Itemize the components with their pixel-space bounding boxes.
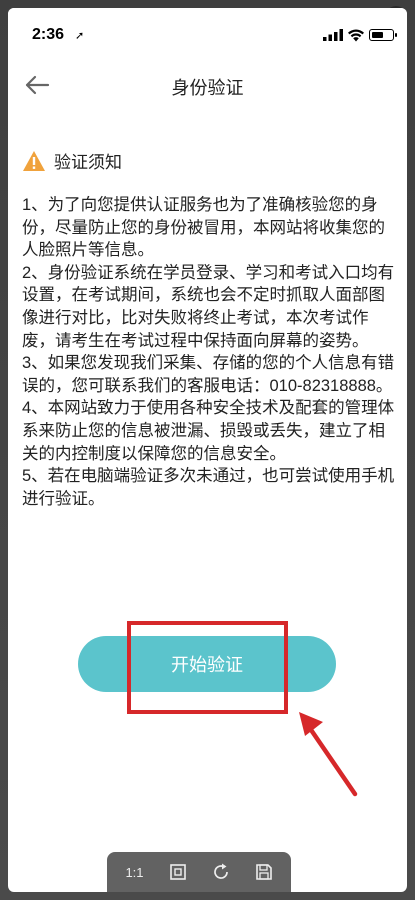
nav-header: 身份验证 — [8, 60, 407, 108]
cellular-signal-icon — [323, 29, 343, 41]
notice-body: 1、为了向您提供认证服务也为了准确核验您的身份，尽量防止您的身份被冒用，本网站将… — [22, 194, 396, 510]
fit-screen-icon[interactable] — [165, 859, 191, 885]
status-bar: 2:36 ➚ — [8, 8, 407, 60]
rotate-icon[interactable] — [208, 859, 234, 885]
warning-icon — [23, 150, 45, 171]
wifi-icon — [348, 29, 364, 42]
notice-heading: 验证须知 — [22, 148, 122, 173]
notice-title: 验证须知 — [54, 153, 122, 172]
location-icon: ➚ — [75, 30, 85, 42]
page-title: 身份验证 — [171, 78, 244, 98]
notice-paragraph: 1、为了向您提供认证服务也为了准确核验您的身份，尽量防止您的身份被冒用，本网站将… — [22, 196, 385, 260]
viewer-toolbar: 1:1 — [107, 852, 291, 892]
notice-paragraph: 4、本网站致力于使用各种安全技术及配套的管理体系来防止您的信息被泄漏、损毁或丢失… — [22, 399, 395, 463]
notice-paragraph: 3、如果您发现我们采集、存储的您的个人信息有错误的，您可联系我们的客服电话：01… — [22, 354, 395, 395]
status-time: 2:36 — [32, 26, 65, 43]
annotation-arrow-icon — [299, 712, 358, 797]
notice-paragraph: 2、身份验证系统在学员登录、学习和考试入口均有设置，在考试期间，系统也会不定时抓… — [22, 263, 395, 350]
notice-paragraph: 5、若在电脑端验证多次未通过，也可尝试使用手机进行验证。 — [22, 467, 395, 508]
actual-size-button[interactable]: 1:1 — [122, 859, 148, 885]
battery-icon — [369, 29, 397, 41]
phone-screen: 2:36 ➚ 身份验证 验证须知 1、为了向您提供认证服务也为了准确核验您的身份… — [8, 8, 407, 892]
annotation-highlight-box — [127, 621, 288, 714]
save-icon[interactable] — [251, 859, 277, 885]
